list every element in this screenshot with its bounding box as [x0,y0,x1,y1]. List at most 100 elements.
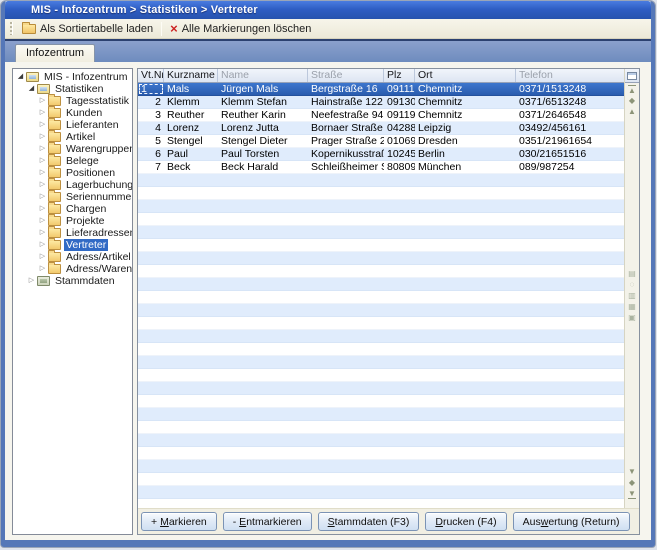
tree-item-chargen[interactable]: ▷ Chargen [13,203,132,215]
empty-cell [164,343,218,355]
load-sort-table-button[interactable]: Als Sortiertabelle laden [17,20,158,38]
tree-item-seriennummern[interactable]: ▷ Seriennummern [13,191,132,203]
column-header-vt-nr[interactable]: Vt.Nr▼ [138,69,164,82]
column-header-plz[interactable]: Plz [384,69,415,82]
expand-icon[interactable]: ▷ [38,227,47,239]
tree-item-label[interactable]: Belege [64,155,101,167]
unmark-button[interactable]: - Entmarkieren [223,512,312,531]
scroll-to-bottom-icon[interactable]: ▼ [628,489,636,499]
expand-icon[interactable]: ▷ [38,119,47,131]
expand-icon[interactable]: ▷ [38,215,47,227]
tree-item-vertreter[interactable]: ▷ Vertreter [13,239,132,251]
master-data-button[interactable]: Stammdaten (F3) [318,512,420,531]
cell-plz: 09130 [384,96,415,108]
expand-icon[interactable]: ▷ [27,275,36,287]
empty-cell [164,239,218,251]
tree-item-adress-artikel[interactable]: ▷ Adress/Artikel [13,251,132,263]
table-row[interactable]: 2KlemmKlemm StefanHainstraße 12209130Che… [138,96,624,109]
tree-item-stammdaten[interactable]: ▷ Stammdaten [13,275,132,287]
tree-item-artikel[interactable]: ▷ Artikel [13,131,132,143]
tree-item-label[interactable]: Vertreter [64,239,108,251]
scroll-to-top-icon[interactable]: ▲ [628,85,636,95]
empty-cell [138,434,164,446]
evaluation-button[interactable]: Auswertung (Return) [513,512,630,531]
empty-table-row [138,278,624,291]
scroll-marker-icon[interactable]: ◆ [629,96,635,106]
column-chooser-button[interactable] [625,69,639,83]
tree-item-lieferadressen[interactable]: ▷ Lieferadressen [13,227,132,239]
table-row[interactable]: 7BeckBeck HaraldSchleißheimer Straße 378… [138,161,624,174]
tab-infozentrum[interactable]: Infozentrum [15,44,95,62]
collapse-icon[interactable]: ◢ [16,71,25,83]
tree-item-label[interactable]: Chargen [64,203,108,215]
expand-icon[interactable]: ▷ [38,203,47,215]
column-header-telefon[interactable]: Telefon [516,69,624,82]
tree-item-belege[interactable]: ▷ Belege [13,155,132,167]
scroll-up-icon[interactable]: ▲ [628,107,636,117]
column-header-name[interactable]: Name [218,69,308,82]
card-view-icon[interactable]: ▤ [628,269,636,279]
tree-item-tagesstatistik[interactable]: ▷ Tagesstatistik [13,95,132,107]
expand-icon[interactable]: ▷ [38,239,47,251]
expand-icon[interactable]: ▷ [38,191,47,203]
tree-item-label[interactable]: Stammdaten [53,275,117,287]
tree-item-label[interactable]: Lagerbuchungen [64,179,133,191]
mark-button[interactable]: + Markieren [141,512,217,531]
columns-icon[interactable]: ▦ [628,302,636,312]
tree-item-label[interactable]: Seriennummern [64,191,133,203]
tree-item-statistiken[interactable]: ◢ Statistiken [13,83,132,95]
button-label-part: rucken (F4) [443,516,497,528]
empty-cell [164,499,218,508]
tree-item-label[interactable]: MIS - Infozentrum [42,71,129,83]
tree-item-projekte[interactable]: ▷ Projekte [13,215,132,227]
expand-icon[interactable]: ▷ [38,167,47,179]
column-header-kurzname[interactable]: Kurzname [164,69,218,82]
tree-item-lieferanten[interactable]: ▷ Lieferanten [13,119,132,131]
empty-cell [138,226,164,238]
tree-item-mis-infozentrum[interactable]: ◢ MIS - Infozentrum [13,71,132,83]
expand-icon[interactable]: ▷ [38,251,47,263]
table-row[interactable]: 5StengelStengel DieterPrager Straße 2120… [138,135,624,148]
expand-icon[interactable]: ▷ [38,155,47,167]
table-row[interactable]: 3ReutherReuther KarinNeefestraße 9409119… [138,109,624,122]
tree-item-label[interactable]: Warengruppen [64,143,133,155]
expand-icon[interactable]: ▷ [38,179,47,191]
column-header-ort[interactable]: Ort [415,69,516,82]
tree-item-label[interactable]: Artikel [64,131,97,143]
tree-item-warengruppen[interactable]: ▷ Warengruppen [13,143,132,155]
cell-kurzname: Lorenz [164,122,218,134]
table-row[interactable]: 6PaulPaul TorstenKopernikusstraße 471024… [138,148,624,161]
expand-icon[interactable]: ▷ [38,95,47,107]
cell-plz: 09119 [384,109,415,121]
tree-item-label[interactable]: Kunden [64,107,104,119]
tree-item-label[interactable]: Lieferadressen [64,227,133,239]
expand-icon[interactable]: ▷ [38,107,47,119]
scroll-marker-icon[interactable]: ◆ [629,478,635,488]
expand-icon[interactable]: ▷ [38,263,47,275]
select-window-icon[interactable]: ▣ [628,313,636,323]
tree-item-label[interactable]: Statistiken [53,83,105,95]
expand-icon[interactable]: ▷ [38,143,47,155]
print-button[interactable]: Drucken (F4) [425,512,506,531]
tree-item-label[interactable]: Projekte [64,215,107,227]
tree-item-label[interactable]: Tagesstatistik [64,95,131,107]
table-row[interactable]: 1MalsJürgen MalsBergstraße 1609111Chemni… [138,83,624,96]
column-header-straße[interactable]: Straße [308,69,384,82]
tree-item-label[interactable]: Adress/Artikel [64,251,133,263]
tree-item-positionen[interactable]: ▷ Positionen [13,167,132,179]
clear-marks-button[interactable]: × Alle Markierungen löschen [165,20,316,38]
scroll-down-icon[interactable]: ▼ [628,467,636,477]
grid-view-icon[interactable]: ▥ [628,291,636,301]
empty-cell [164,434,218,446]
toolbar-grip[interactable] [10,22,13,35]
table-row[interactable]: 4LorenzLorenz JuttaBornaer Straße 940428… [138,122,624,135]
tree-item-label[interactable]: Adress/Warengruppen [64,263,133,275]
expand-icon[interactable]: ▷ [38,131,47,143]
tree-item-kunden[interactable]: ▷ Kunden [13,107,132,119]
search-icon[interactable]: ◌ [630,280,635,290]
tree-item-adress-warengruppen[interactable]: ▷ Adress/Warengruppen [13,263,132,275]
collapse-icon[interactable]: ◢ [27,83,36,95]
tree-item-label[interactable]: Lieferanten [64,119,121,131]
tree-item-lagerbuchungen[interactable]: ▷ Lagerbuchungen [13,179,132,191]
tree-item-label[interactable]: Positionen [64,167,117,179]
